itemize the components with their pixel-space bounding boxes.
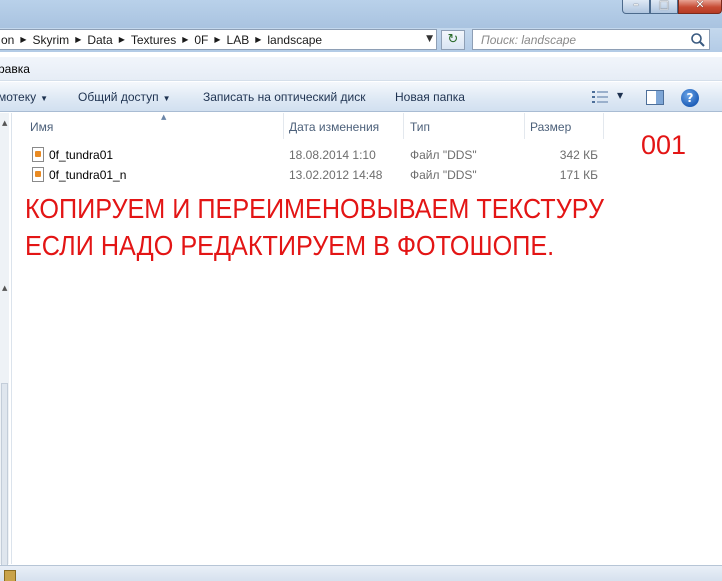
nav-scrollbar-thumb[interactable]	[1, 383, 8, 573]
chevron-right-icon[interactable]: ▶	[75, 35, 81, 44]
column-divider[interactable]	[524, 113, 525, 139]
file-type: Файл "DDS"	[410, 148, 477, 162]
scroll-marker-icon: ▲	[2, 284, 8, 292]
column-divider[interactable]	[603, 113, 604, 139]
breadcrumb-item[interactable]: LAB	[227, 33, 250, 47]
annotation-number: 001	[641, 130, 687, 160]
burn-disc-button[interactable]: Записать на оптический диск	[203, 90, 366, 104]
column-header-type[interactable]: Тип	[410, 120, 430, 134]
breadcrumb[interactable]: on ▶ Skyrim ▶ Data ▶ Textures ▶ 0F ▶ LAB…	[0, 29, 437, 50]
chevron-right-icon[interactable]: ▶	[255, 35, 261, 44]
breadcrumb-item[interactable]: landscape	[267, 33, 322, 47]
annotation-line-1: КОПИРУЕМ И ПЕРЕИМЕНОВЫВАЕМ ТЕКСТУРУ	[25, 193, 604, 224]
column-headers: ▲ Имя Дата изменения Тип Размер	[12, 113, 722, 139]
close-icon: ✕	[695, 0, 705, 11]
chevron-right-icon[interactable]: ▶	[182, 35, 188, 44]
file-name: 0f_tundra01	[49, 148, 114, 162]
column-divider[interactable]	[283, 113, 284, 139]
search-icon[interactable]	[690, 32, 706, 48]
chevron-down-icon: ▼	[162, 94, 171, 103]
chevron-right-icon[interactable]: ▶	[214, 35, 220, 44]
nav-scrollbar[interactable]: ▲ ▲	[0, 113, 9, 573]
annotation-line-2: ЕСЛИ НАДО РЕДАКТИРУЕМ В ФОТОШОПЕ.	[25, 230, 555, 261]
menu-item-service[interactable]: равка	[0, 62, 30, 76]
breadcrumb-item[interactable]: on	[1, 33, 14, 47]
chevron-down-icon: ▼	[40, 94, 49, 103]
share-label: Общий доступ	[78, 90, 159, 104]
column-header-date[interactable]: Дата изменения	[289, 120, 379, 134]
close-button[interactable]: ✕	[678, 0, 722, 14]
address-bar-row: on ▶ Skyrim ▶ Data ▶ Textures ▶ 0F ▶ LAB…	[0, 28, 722, 52]
preview-pane-icon[interactable]	[646, 90, 664, 105]
command-bar: мотеку ▼ Общий доступ ▼ Записать на оптиче…	[0, 82, 722, 112]
scroll-up-icon[interactable]: ▲	[2, 119, 7, 127]
file-row[interactable]: 0f_tundra01_n 13.02.2012 14:48 Файл "DDS…	[12, 165, 612, 185]
chevron-right-icon[interactable]: ▶	[119, 35, 125, 44]
refresh-icon: ↻	[447, 32, 459, 47]
chevron-down-icon[interactable]: ▼	[426, 34, 433, 44]
add-to-library-label: мотеку	[0, 90, 37, 104]
dds-file-icon	[32, 147, 44, 162]
chevron-down-icon[interactable]: ▼	[617, 91, 623, 100]
folder-icon	[4, 570, 16, 581]
file-date: 13.02.2012 14:48	[289, 168, 383, 182]
file-size: 171 КБ	[559, 168, 598, 182]
file-date: 18.08.2014 1:10	[289, 148, 376, 162]
breadcrumb-item[interactable]: 0F	[194, 33, 208, 47]
title-bar: – □ ✕	[0, 0, 722, 28]
minimize-button[interactable]: –	[622, 0, 650, 14]
column-header-size[interactable]: Размер	[530, 120, 571, 134]
breadcrumb-item[interactable]: Skyrim	[33, 33, 70, 47]
menu-bar: равка	[0, 57, 722, 81]
status-bar	[0, 565, 722, 581]
maximize-icon: □	[658, 0, 670, 11]
breadcrumb-item[interactable]: Data	[87, 33, 112, 47]
add-to-library-button[interactable]: мотеку ▼	[0, 90, 48, 104]
views-icon[interactable]	[592, 91, 608, 103]
search-placeholder: Поиск: landscape	[481, 33, 577, 47]
file-name: 0f_tundra01_n	[49, 168, 127, 182]
sort-ascending-icon: ▲	[161, 113, 167, 121]
window-controls: – □ ✕	[622, 0, 722, 14]
share-button[interactable]: Общий доступ ▼	[78, 90, 171, 104]
search-input[interactable]: Поиск: landscape	[472, 29, 710, 50]
file-type: Файл "DDS"	[410, 168, 477, 182]
refresh-button[interactable]: ↻	[441, 30, 465, 50]
chevron-right-icon[interactable]: ▶	[20, 35, 26, 44]
column-divider[interactable]	[403, 113, 404, 139]
help-icon[interactable]: ?	[681, 89, 699, 107]
maximize-button[interactable]: □	[650, 0, 678, 14]
minimize-icon: –	[633, 0, 639, 11]
breadcrumb-item[interactable]: Textures	[131, 33, 176, 47]
file-row[interactable]: 0f_tundra01 18.08.2014 1:10 Файл "DDS" 3…	[12, 145, 612, 165]
dds-file-icon	[32, 167, 44, 182]
file-size: 342 КБ	[559, 148, 598, 162]
column-header-name[interactable]: Имя	[30, 120, 53, 134]
new-folder-button[interactable]: Новая папка	[395, 90, 465, 104]
